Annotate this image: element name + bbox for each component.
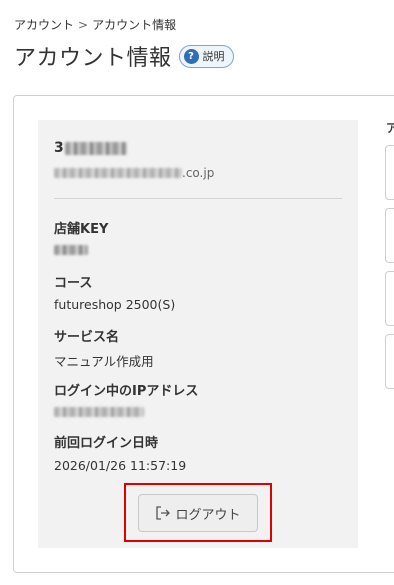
- shop-name: 3: [54, 140, 127, 156]
- right-panel-field[interactable]: [385, 271, 394, 326]
- store-key-redacted: [54, 245, 88, 255]
- service-name-value: マニュアル作成用: [54, 354, 154, 369]
- account-info-page: アカウント > アカウント情報 アカウント情報 ? 説明 3 .co.jp 店舗KE…: [0, 0, 394, 585]
- shop-name-redacted: [64, 141, 127, 155]
- email-suffix: .co.jp: [182, 166, 215, 180]
- course-value: futureshop 2500(S): [54, 297, 176, 312]
- store-key-label: 店舗KEY: [54, 222, 109, 237]
- account-email: .co.jp: [54, 166, 214, 180]
- ip-address-label: ログイン中のIPアドレス: [54, 384, 199, 399]
- service-name-label: サービス名: [54, 330, 120, 345]
- breadcrumb-item-account[interactable]: アカウント: [14, 18, 74, 32]
- breadcrumb-item-account-info: アカウント情報: [92, 18, 177, 32]
- page-title: アカウント情報: [14, 46, 172, 71]
- logout-label: ログアウト: [175, 507, 241, 523]
- breadcrumb-separator: >: [78, 18, 89, 32]
- last-login-label: 前回ログイン日時: [54, 436, 159, 451]
- shop-name-prefix: 3: [54, 140, 64, 156]
- right-panel-field[interactable]: [385, 334, 394, 389]
- divider: [54, 198, 342, 199]
- help-label: 説明: [202, 50, 225, 63]
- logout-icon: [156, 506, 171, 520]
- right-panel-field[interactable]: [385, 208, 394, 263]
- title-row: アカウント情報 ? 説明: [14, 40, 234, 72]
- question-icon: ?: [183, 48, 199, 64]
- course-label: コース: [54, 276, 93, 291]
- email-redacted: [54, 168, 182, 178]
- help-button[interactable]: ? 説明: [178, 44, 234, 68]
- breadcrumb: アカウント > アカウント情報: [14, 16, 176, 33]
- account-info-panel: 3 .co.jp 店舗KEY コース futureshop 2500(S) サー…: [38, 120, 358, 548]
- logout-button[interactable]: ログアウト: [138, 494, 258, 532]
- right-panel-heading: ア: [386, 121, 394, 135]
- right-panel-field[interactable]: [385, 145, 394, 200]
- ip-address-redacted: [54, 407, 144, 417]
- last-login-value: 2026/01/26 11:57:19: [54, 458, 187, 473]
